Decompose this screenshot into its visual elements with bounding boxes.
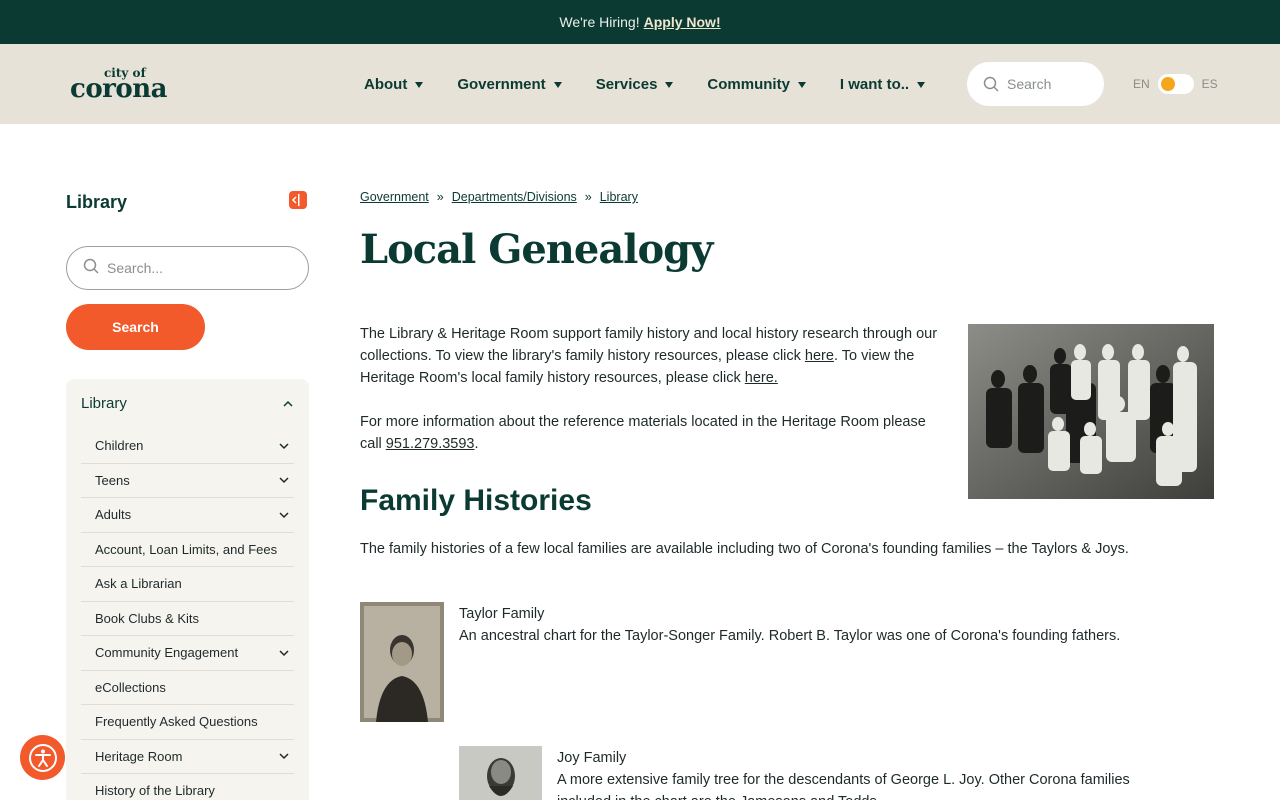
nav-i-want-to[interactable]: I want to..	[839, 75, 926, 93]
sidebar-nav: Library Children Teens Adults Account, Loan…	[66, 379, 309, 800]
search-icon	[983, 76, 999, 92]
sidebar-item[interactable]: Frequently Asked Questions	[81, 705, 294, 740]
breadcrumb-departments[interactable]: Departments/Divisions	[452, 190, 577, 204]
chevron-down-icon[interactable]	[278, 752, 290, 760]
caret-down-icon	[797, 82, 806, 88]
sidebar-item[interactable]: Heritage Room	[81, 740, 294, 774]
hiring-banner: We're Hiring! Apply Now!	[0, 0, 1280, 44]
header-search-input[interactable]	[1007, 76, 1097, 92]
entry-description: An ancestral chart for the Taylor-Songer…	[459, 628, 1121, 644]
sidebar-search	[66, 246, 309, 290]
breadcrumb-separator: »	[584, 190, 592, 204]
entry-name: Joy Family	[557, 750, 627, 766]
sidebar-item-label: Teens	[95, 472, 130, 488]
intro-text: The Library & Heritage Room support fami…	[360, 323, 950, 477]
nav-government[interactable]: Government	[457, 75, 562, 93]
chevron-down-icon[interactable]	[278, 649, 290, 657]
accessibility-icon	[28, 743, 57, 772]
nav-about-label: About	[364, 75, 408, 93]
nav-community-label: Community	[707, 75, 790, 93]
sidebar-item-label: Book Clubs & Kits	[95, 610, 200, 626]
sidebar-title: Library	[66, 192, 128, 212]
header-search	[967, 62, 1104, 106]
accessibility-button[interactable]	[20, 735, 65, 780]
lang-en-label: EN	[1133, 77, 1150, 91]
nav-services-label: Services	[595, 75, 658, 93]
sidebar-item[interactable]: Adults	[81, 498, 294, 533]
sidebar-item[interactable]: Children	[81, 429, 294, 464]
caret-down-icon	[553, 82, 562, 88]
sidebar-item[interactable]: Teens	[81, 464, 294, 498]
sidebar-search-button[interactable]: Search	[66, 304, 205, 350]
nav-government-label: Government	[457, 75, 546, 93]
language-toggle: EN ES	[1133, 74, 1218, 94]
sidebar-item-label: Ask a Librarian	[95, 576, 182, 592]
chevron-up-icon	[282, 395, 294, 412]
sidebar-item-label: Adults	[95, 507, 132, 523]
breadcrumb: Government » Departments/Divisions » Lib…	[360, 190, 638, 204]
lang-es-label: ES	[1201, 77, 1218, 91]
intro-paragraph-1: The Library & Heritage Room support fami…	[360, 323, 950, 389]
page-title: Local Genealogy	[360, 226, 713, 273]
phone-link[interactable]: 951.279.3593	[386, 436, 475, 452]
joy-family-entry: Joy Family A more extensive family tree …	[557, 747, 1177, 800]
sidebar-search-input[interactable]	[107, 260, 287, 276]
chevron-left-icon	[291, 194, 300, 206]
language-switch[interactable]	[1157, 74, 1194, 94]
taylor-family-entry: Taylor Family An ancestral chart for the…	[459, 603, 1120, 647]
sidebar-item[interactable]: eCollections	[81, 671, 294, 705]
heritage-room-resources-link[interactable]: here.	[745, 370, 778, 386]
breadcrumb-library[interactable]: Library	[600, 190, 638, 204]
apply-now-link[interactable]: Apply Now!	[644, 14, 721, 30]
entry-name: Taylor Family	[459, 606, 545, 622]
switch-knob	[1160, 77, 1175, 91]
sidebar-item-label: Community Engagement	[95, 645, 239, 661]
city-logo[interactable]: city of corona	[70, 66, 182, 106]
sidebar-item-label: Frequently Asked Questions	[95, 714, 258, 730]
logo-line-2: corona	[70, 74, 167, 104]
intro-paragraph-2: For more information about the reference…	[360, 411, 950, 455]
intro-text-4: .	[474, 436, 479, 452]
sidebar-item[interactable]: Book Clubs & Kits	[81, 602, 294, 636]
chevron-down-icon[interactable]	[278, 442, 290, 450]
sidebar-section-library[interactable]: Library	[81, 395, 294, 412]
sidebar-section-label: Library	[81, 395, 127, 412]
chevron-down-icon[interactable]	[278, 476, 290, 484]
nav-about[interactable]: About	[364, 75, 424, 93]
joy-portrait	[459, 746, 542, 800]
sidebar-item-label: History of the Library	[95, 783, 215, 799]
chevron-down-icon[interactable]	[278, 511, 290, 519]
caret-down-icon	[415, 82, 424, 88]
family-history-resources-link[interactable]: here	[805, 348, 834, 364]
nav-i-want-to-label: I want to..	[839, 75, 910, 93]
entry-description: A more extensive family tree for the des…	[557, 772, 1130, 800]
sidebar-item[interactable]: Community Engagement	[81, 636, 294, 671]
nav-community[interactable]: Community	[707, 76, 806, 93]
caret-down-icon	[917, 82, 926, 88]
main-nav: About Government Services Community I wa…	[364, 44, 959, 124]
collapse-sidebar-button[interactable]	[289, 191, 307, 209]
banner-text: We're Hiring!	[559, 14, 640, 30]
family-photo	[968, 324, 1214, 499]
sidebar-list: Children Teens Adults Account, Loan Limits,…	[81, 429, 294, 800]
taylor-portrait	[360, 602, 444, 722]
sidebar-item-label: eCollections	[95, 679, 166, 695]
breadcrumb-separator: »	[436, 190, 444, 204]
sidebar-item-label: Children	[95, 438, 144, 454]
sidebar-item-label: Account, Loan Limits, and Fees	[95, 541, 278, 557]
sidebar-item[interactable]: History of the Library	[81, 774, 294, 800]
sidebar-item-label: Heritage Room	[95, 748, 183, 764]
site-header: city of corona About Government Services…	[0, 44, 1280, 124]
search-icon	[83, 258, 99, 279]
section-description: The family histories of a few local fami…	[360, 541, 1129, 557]
section-title: Family Histories	[360, 484, 592, 517]
breadcrumb-government[interactable]: Government	[360, 190, 429, 204]
sidebar-item[interactable]: Account, Loan Limits, and Fees	[81, 533, 294, 567]
sidebar-item[interactable]: Ask a Librarian	[81, 567, 294, 602]
caret-down-icon	[665, 82, 674, 88]
nav-services[interactable]: Services	[596, 76, 674, 93]
